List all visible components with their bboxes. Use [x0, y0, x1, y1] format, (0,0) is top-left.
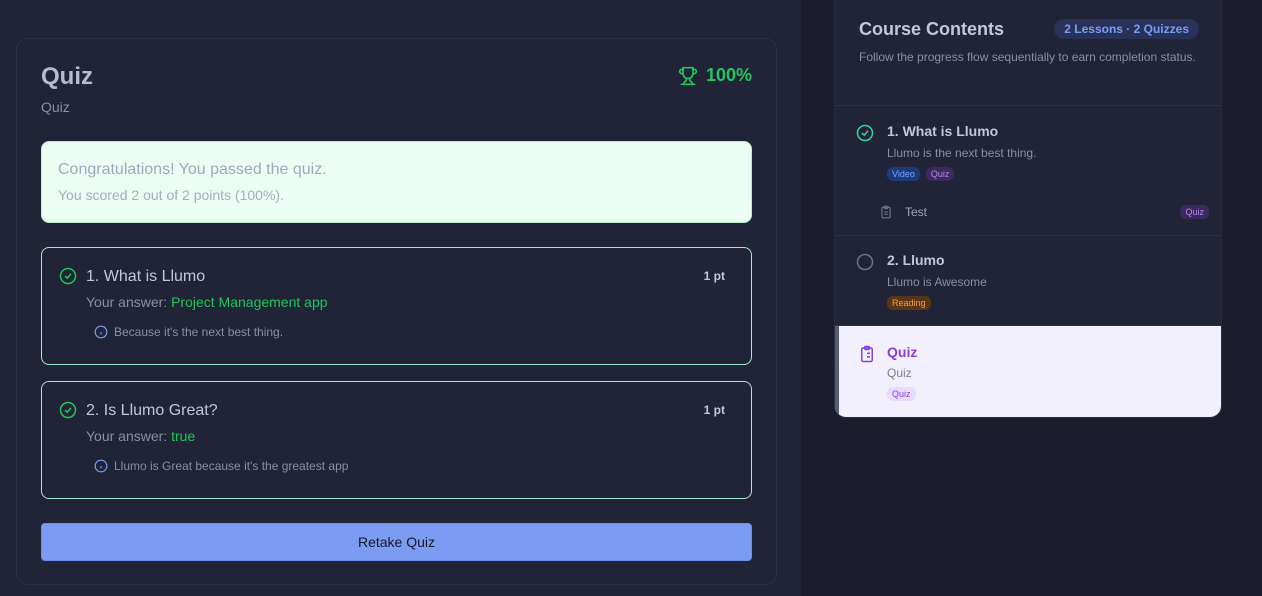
question-answer: Your answer: Project Management app [86, 294, 328, 310]
course-contents-panel: Course Contents 2 Lessons · 2 Quizzes Fo… [834, 0, 1222, 418]
lesson-title: 1. What is Llumo [887, 123, 999, 139]
question-answer: Your answer: true [86, 428, 195, 444]
lesson-description: Llumo is Awesome [887, 275, 987, 289]
quiz-card: Quiz Quiz 100% Congratulations! You pass… [16, 38, 777, 585]
answer-label: Your answer: [86, 428, 172, 444]
quiz-subtitle: Quiz [41, 99, 70, 115]
answer-value: true [171, 428, 196, 444]
answer-label: Your answer: [86, 294, 172, 310]
info-icon [94, 459, 108, 473]
tag-quiz: Quiz [925, 167, 955, 181]
success-banner: Congratulations! You passed the quiz. Yo… [41, 141, 752, 223]
explanation-text: Llumo is Great because it's the greatest… [114, 459, 349, 473]
active-item-title: Quiz [887, 344, 918, 360]
active-item-description: Quiz [887, 366, 912, 380]
score-display: 100% [678, 65, 752, 86]
active-quiz-item[interactable]: Quiz Quiz Quiz [835, 326, 1221, 417]
question-explanation: Because it's the next best thing. [94, 325, 283, 339]
tag-quiz: Quiz [1180, 205, 1209, 219]
contents-title: Course Contents [859, 19, 1005, 39]
lesson-item[interactable]: 2. Llumo Llumo is Awesome Reading [835, 236, 1221, 326]
main-pane: Quiz Quiz 100% Congratulations! You pass… [0, 0, 801, 596]
question-title: 1. What is Llumo [86, 268, 206, 285]
tag-reading: Reading [887, 296, 931, 310]
lesson-sub-item-test[interactable]: Test Quiz [879, 203, 1209, 223]
question-title: 2. Is Llumo Great? [86, 402, 218, 419]
question-card: 2. Is Llumo Great? 1 pt Your answer: tru… [41, 381, 752, 499]
success-text: You scored 2 out of 2 points (100%). [58, 187, 284, 203]
lesson-title: 2. Llumo [887, 252, 945, 268]
check-circle-icon [59, 267, 77, 285]
trophy-icon [678, 66, 698, 85]
contents-header: Course Contents 2 Lessons · 2 Quizzes Fo… [835, 0, 1221, 106]
lesson-tags: Reading [887, 296, 931, 310]
contents-description: Follow the progress flow sequentially to… [859, 50, 1196, 64]
info-icon [94, 325, 108, 339]
answer-value: Project Management app [171, 294, 328, 310]
check-circle-icon [59, 401, 77, 419]
quiz-title: Quiz [41, 63, 93, 90]
lesson-tags: Video Quiz [887, 167, 955, 181]
question-points: 1 pt [703, 403, 725, 417]
check-circle-icon [856, 124, 874, 142]
explanation-text: Because it's the next best thing. [114, 325, 284, 339]
question-explanation: Llumo is Great because it's the greatest… [94, 459, 348, 473]
lesson-description: Llumo is the next best thing. [887, 146, 1037, 160]
question-card: 1. What is Llumo 1 pt Your answer: Proje… [41, 247, 752, 365]
contents-count-badge: 2 Lessons · 2 Quizzes [1054, 19, 1199, 39]
question-points: 1 pt [703, 269, 725, 283]
sub-item-label: Test [905, 205, 928, 219]
clipboard-list-icon [861, 345, 873, 363]
tag-quiz: Quiz [887, 387, 916, 401]
clipboard-icon [881, 205, 891, 219]
tag-video: Video [887, 167, 920, 181]
circle-icon [856, 253, 874, 271]
success-title: Congratulations! You passed the quiz. [58, 161, 327, 178]
lesson-item[interactable]: 1. What is Llumo Llumo is the next best … [835, 106, 1221, 236]
score-value: 100% [705, 65, 752, 85]
retake-quiz-button[interactable]: Retake Quiz [41, 523, 752, 561]
